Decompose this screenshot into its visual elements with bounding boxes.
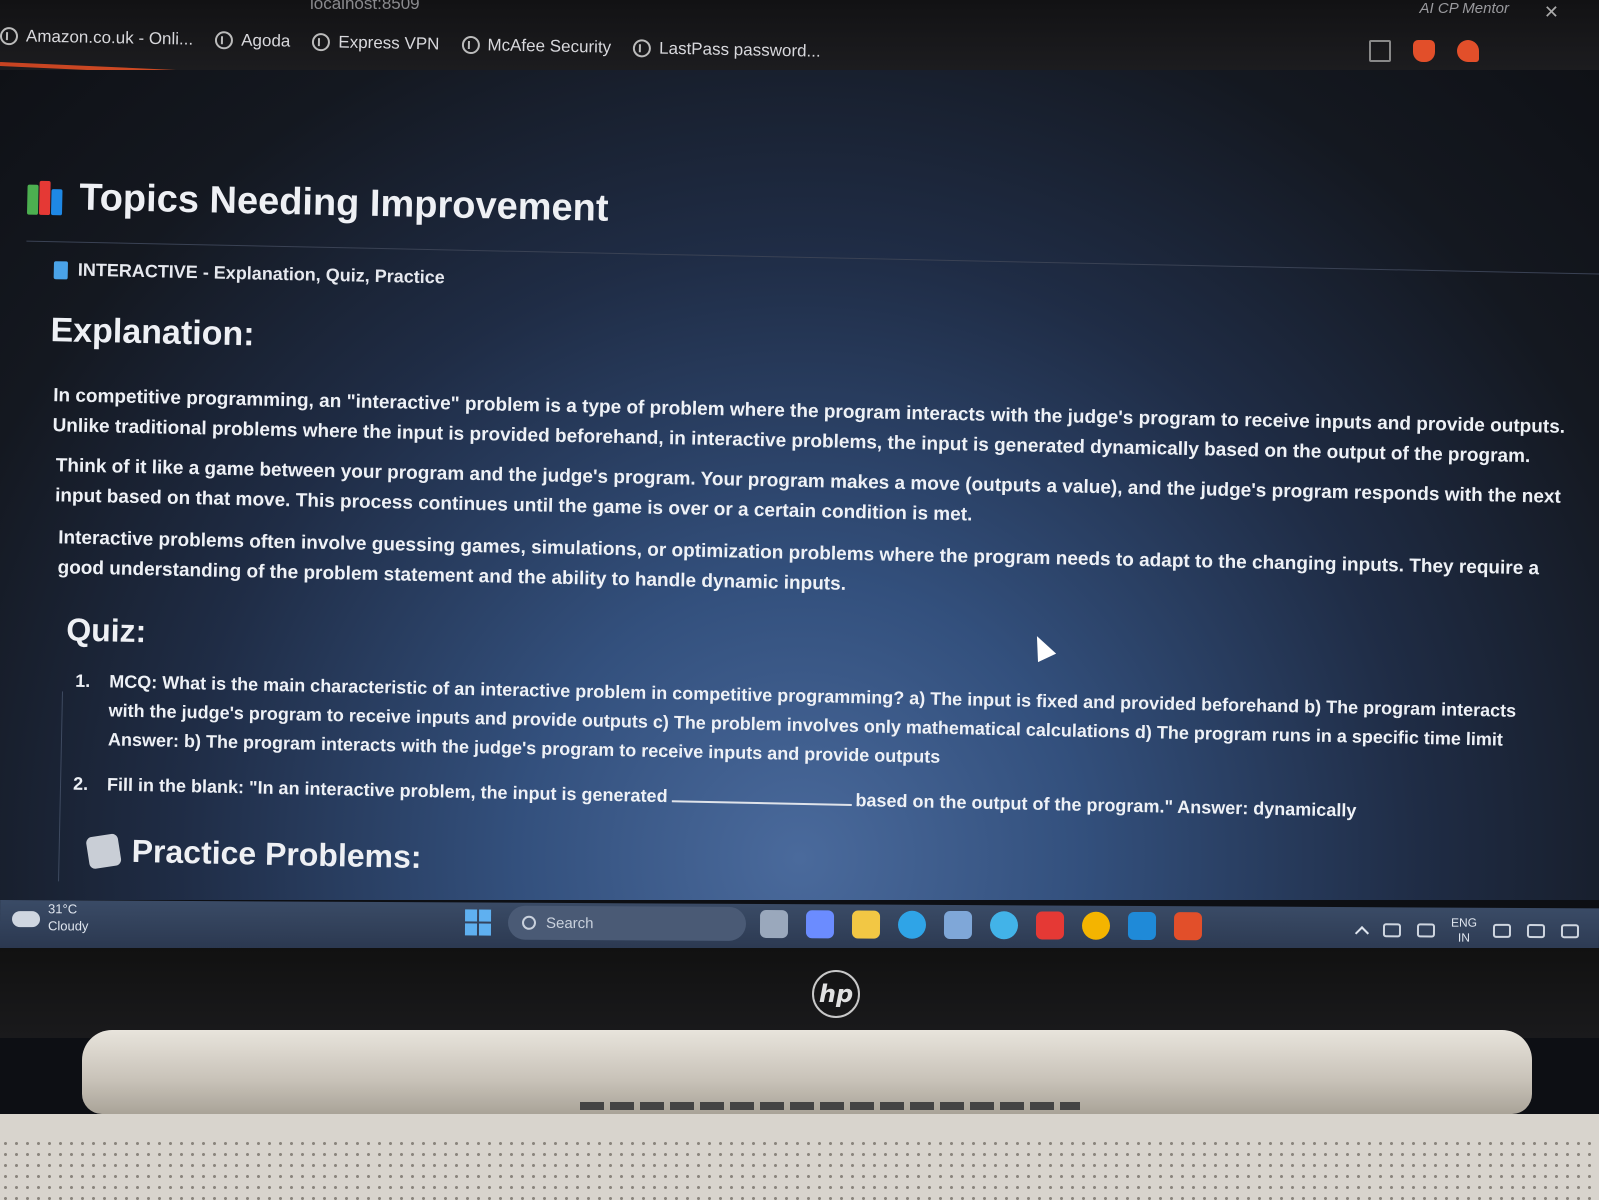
bookmark-label: McAfee Security: [487, 35, 612, 57]
bookmark-label: LastPass password...: [658, 38, 821, 61]
quiz-item: 1. MCQ: What is the main characteristic …: [74, 667, 1536, 785]
hinge-vent: [580, 1102, 1080, 1110]
weather-app-icon[interactable]: [989, 911, 1019, 940]
globe-icon: [312, 32, 331, 52]
quiz-heading: Quiz:: [65, 611, 147, 650]
bookmark-label: Agoda: [241, 30, 291, 51]
vscode-icon[interactable]: [1127, 911, 1157, 941]
quiz-text: MCQ: What is the main characteristic of …: [107, 671, 1517, 767]
quiz-number: 2.: [72, 773, 89, 794]
window-title: AI CP Mentor: [1419, 0, 1509, 17]
brave-shield-icon[interactable]: [1413, 40, 1435, 62]
laptop-bezel: [0, 948, 1599, 1038]
weather-widget[interactable]: 31°C Cloudy: [11, 900, 89, 934]
brave-icon[interactable]: [1173, 912, 1203, 941]
tab-title[interactable]: localhost:8509: [310, 0, 420, 14]
file-explorer-icon[interactable]: [851, 910, 881, 939]
main-content: Topics Needing Improvement INTERACTIVE -…: [0, 70, 1599, 900]
volume-icon[interactable]: [1526, 923, 1546, 939]
globe-icon: [0, 27, 19, 46]
lang-bottom: IN: [1457, 930, 1470, 945]
weather-desc: Cloudy: [47, 918, 89, 934]
taskbar-search[interactable]: Search: [507, 905, 747, 941]
bookmark-mcafee[interactable]: McAfee Security: [461, 35, 611, 58]
close-icon[interactable]: ✕: [1544, 2, 1559, 23]
system-tray: ENG IN: [1354, 915, 1580, 946]
language-indicator[interactable]: ENG IN: [1451, 916, 1477, 946]
section-tag: INTERACTIVE - Explanation, Quiz, Practic…: [53, 259, 446, 288]
copilot-icon[interactable]: [805, 910, 835, 939]
cloud-icon: [11, 911, 41, 928]
fill-blank: [671, 784, 852, 806]
taskbar-apps: [759, 909, 1203, 941]
quiz-number: 1.: [75, 670, 91, 692]
search-placeholder: Search: [545, 914, 594, 932]
explanation-heading: Explanation:: [50, 311, 255, 354]
brave-rewards-icon[interactable]: [1457, 40, 1479, 62]
share-icon[interactable]: [1369, 40, 1391, 62]
globe-icon: [461, 35, 480, 55]
hp-logo: hp: [812, 970, 860, 1018]
globe-icon: [215, 31, 234, 50]
bookmark-tag-icon: [53, 260, 69, 279]
divider: [58, 691, 63, 882]
browser-toolbar: [1369, 40, 1479, 62]
speaker-grille: [0, 1138, 1599, 1200]
section-tag-text: INTERACTIVE - Explanation, Quiz, Practic…: [77, 259, 446, 288]
bookmark-label: Express VPN: [338, 32, 440, 54]
bookmark-express-vpn[interactable]: Express VPN: [312, 32, 440, 54]
bookmark-label: Amazon.co.uk - Onli...: [25, 26, 194, 49]
mouse-cursor-icon: [1027, 631, 1057, 663]
chrome-icon[interactable]: [1081, 911, 1111, 940]
quiz-text-after: based on the output of the program." Ans…: [855, 790, 1357, 821]
onedrive-icon[interactable]: [1382, 923, 1402, 938]
books-icon: [26, 180, 66, 215]
lang-top: ENG: [1450, 915, 1478, 930]
windows-start-icon[interactable]: [464, 909, 492, 936]
page-title: Topics Needing Improvement: [26, 176, 609, 231]
practice-heading: Practice Problems:: [85, 832, 422, 876]
wifi-icon[interactable]: [1492, 923, 1512, 938]
page-title-text: Topics Needing Improvement: [78, 176, 609, 230]
quiz-list: 1. MCQ: What is the main characteristic …: [72, 667, 1535, 846]
chevron-up-icon[interactable]: [1354, 926, 1370, 941]
store-icon[interactable]: [943, 910, 973, 940]
browser-chrome: localhost:8509 AI CP Mentor ✕ Amazon.co.…: [0, 0, 1599, 70]
bookmark-lastpass[interactable]: LastPass password...: [632, 38, 821, 62]
youtube-icon[interactable]: [1035, 911, 1065, 940]
practice-heading-text: Practice Problems:: [131, 832, 422, 875]
bookmark-agoda[interactable]: Agoda: [215, 30, 291, 51]
globe-icon: [632, 39, 652, 58]
task-view-icon[interactable]: [759, 909, 789, 939]
bookmark-amazon[interactable]: Amazon.co.uk - Onli...: [0, 26, 193, 50]
edge-icon[interactable]: [897, 910, 927, 939]
quiz-text-before: Fill in the blank: "In an interactive pr…: [106, 774, 668, 807]
search-icon: [521, 915, 537, 930]
bookmarks-bar: Amazon.co.uk - Onli... Agoda Express VPN…: [0, 26, 821, 62]
weather-temp: 31°C: [48, 901, 78, 917]
quiz-text: Fill in the blank: "In an interactive pr…: [107, 770, 1357, 825]
sync-icon[interactable]: [1416, 923, 1436, 938]
battery-icon[interactable]: [1560, 924, 1580, 939]
puzzle-icon: [85, 832, 122, 870]
